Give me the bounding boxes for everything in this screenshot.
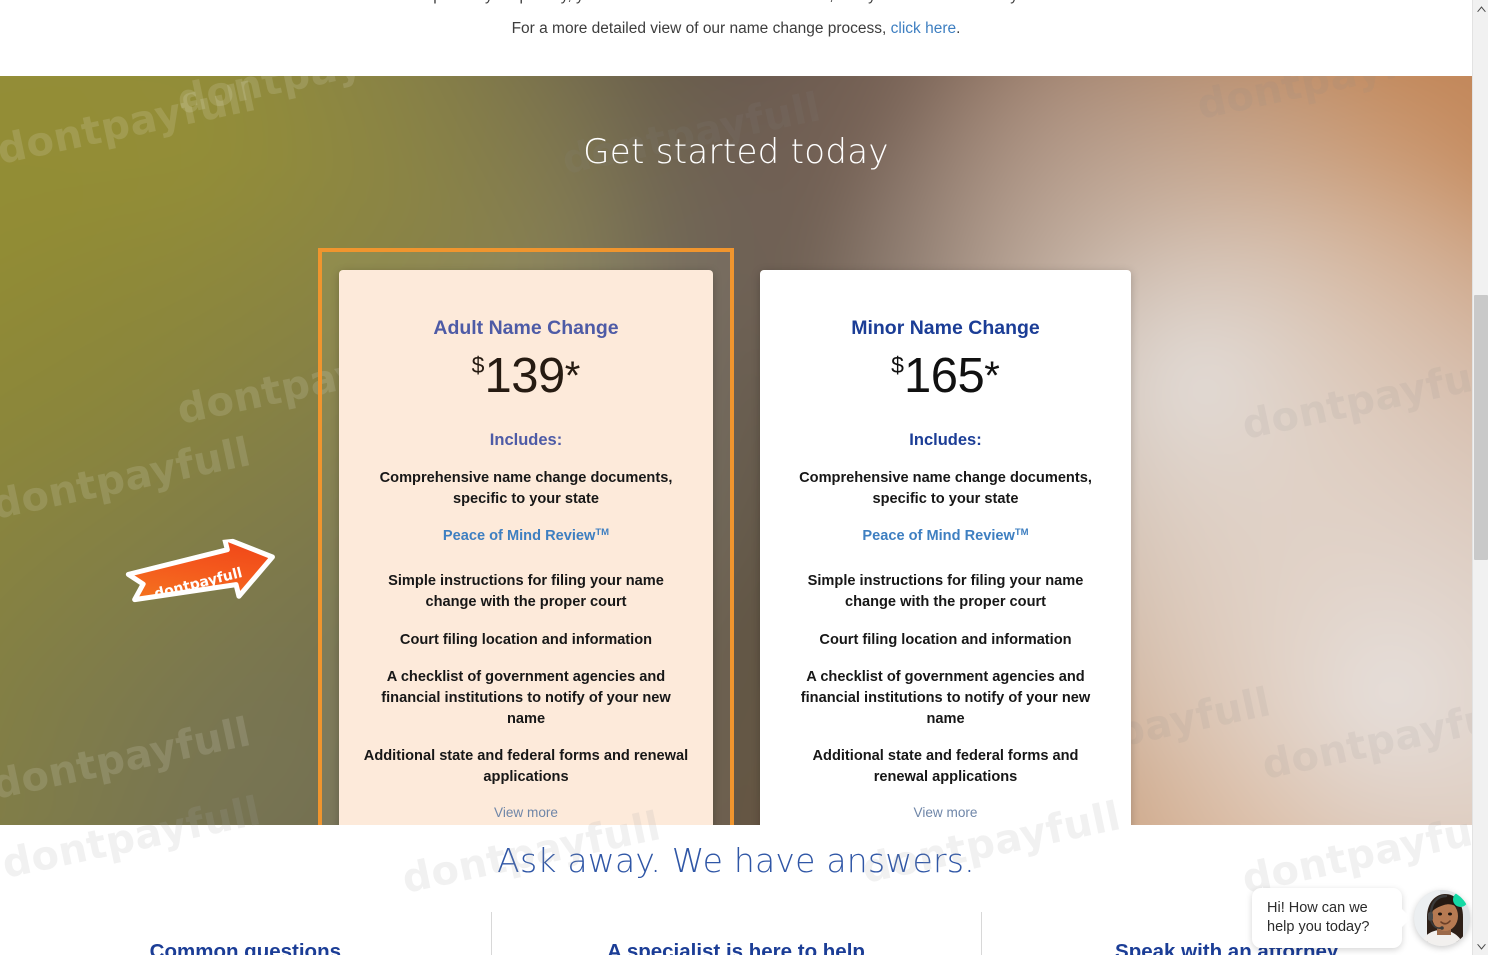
- feature-item: Comprehensive name change documents, spe…: [799, 470, 1092, 507]
- detailed-view-line: For a more detailed view of our name cha…: [0, 20, 1472, 38]
- faq-column-common-questions[interactable]: Common questions: [0, 912, 491, 955]
- scroll-up-arrow-icon[interactable]: [1473, 0, 1488, 17]
- chat-greeting-bubble[interactable]: Hi! How can we help you today?: [1252, 887, 1411, 948]
- top-text-strip: to protect your privacy, your informatio…: [0, 0, 1472, 76]
- price-currency: $: [891, 352, 904, 378]
- peace-of-mind-review-link[interactable]: Peace of Mind Review: [443, 528, 595, 544]
- price-amount: 165: [903, 349, 985, 403]
- feature-item: A checklist of government agencies and f…: [381, 669, 671, 727]
- faq-title: Ask away. We have answers.: [497, 841, 975, 880]
- page-root: to protect your privacy, your informatio…: [0, 0, 1488, 955]
- trademark-mark: TM: [595, 527, 610, 539]
- online-status-dot: [1453, 891, 1468, 907]
- cutoff-paragraph: to protect your privacy, your informatio…: [0, 0, 1472, 5]
- feature-item: Additional state and federal forms and r…: [363, 748, 689, 786]
- hero-section: dontpayfull dontpayfull dontpayfull dont…: [0, 76, 1472, 825]
- card-includes-label-adult: Includes:: [489, 431, 563, 449]
- peace-of-mind-review-link[interactable]: Peace of Mind Review: [862, 528, 1014, 544]
- hero-background-image: [0, 76, 1472, 825]
- feature-list-minor: Comprehensive name change documents, spe…: [784, 468, 1107, 788]
- pricing-card-minor[interactable]: Minor Name Change $165* Includes: Compre…: [760, 270, 1131, 825]
- price-currency: $: [471, 352, 485, 378]
- card-title-minor: Minor Name Change: [851, 317, 1040, 339]
- price-asterisk: *: [564, 354, 581, 398]
- view-more-link-adult[interactable]: View more: [363, 805, 689, 820]
- feature-item: Court filing location and information: [399, 631, 653, 648]
- faq-column-specialist[interactable]: A specialist is here to help: [490, 912, 982, 955]
- scrollbar-thumb[interactable]: [1474, 295, 1488, 560]
- feature-list-adult: Comprehensive name change documents, spe…: [363, 468, 689, 788]
- faq-heading: A specialist is here to help: [607, 940, 865, 955]
- feature-item: A checklist of government agencies and f…: [800, 669, 1091, 727]
- chat-agent-avatar[interactable]: [1414, 889, 1470, 946]
- price-asterisk: *: [984, 354, 1000, 398]
- card-price-minor: $165*: [784, 352, 1107, 401]
- feature-item: Court filing location and information: [819, 631, 1072, 648]
- feature-item: Simple instructions for filing your name…: [807, 573, 1084, 610]
- page-title: Get started today: [583, 132, 889, 172]
- faq-heading: Common questions: [149, 940, 341, 955]
- detailed-view-prefix: For a more detailed view of our name cha…: [511, 20, 891, 37]
- feature-item: Additional state and federal forms and r…: [812, 748, 1079, 786]
- feature-item: Simple instructions for filing your name…: [388, 573, 664, 610]
- view-more-link-minor[interactable]: View more: [784, 805, 1107, 820]
- chat-widget[interactable]: Hi! How can we help you today?: [1252, 887, 1470, 948]
- feature-item-peace-of-mind: Peace of Mind ReviewTM: [784, 526, 1107, 547]
- card-includes-label-minor: Includes:: [909, 431, 982, 449]
- card-price-adult: $139*: [363, 352, 689, 401]
- detailed-view-suffix: .: [956, 20, 961, 37]
- click-here-link[interactable]: click here: [891, 20, 956, 37]
- pricing-card-adult[interactable]: Adult Name Change $139* Includes: Compre…: [339, 270, 713, 825]
- price-amount: 139: [484, 349, 565, 403]
- vertical-scrollbar[interactable]: [1472, 0, 1488, 955]
- feature-item: Comprehensive name change documents, spe…: [379, 470, 673, 507]
- scroll-down-arrow-icon[interactable]: [1473, 938, 1488, 955]
- trademark-mark: TM: [1014, 527, 1029, 539]
- feature-item-peace-of-mind: Peace of Mind ReviewTM: [363, 526, 689, 547]
- card-title-adult: Adult Name Change: [433, 317, 619, 339]
